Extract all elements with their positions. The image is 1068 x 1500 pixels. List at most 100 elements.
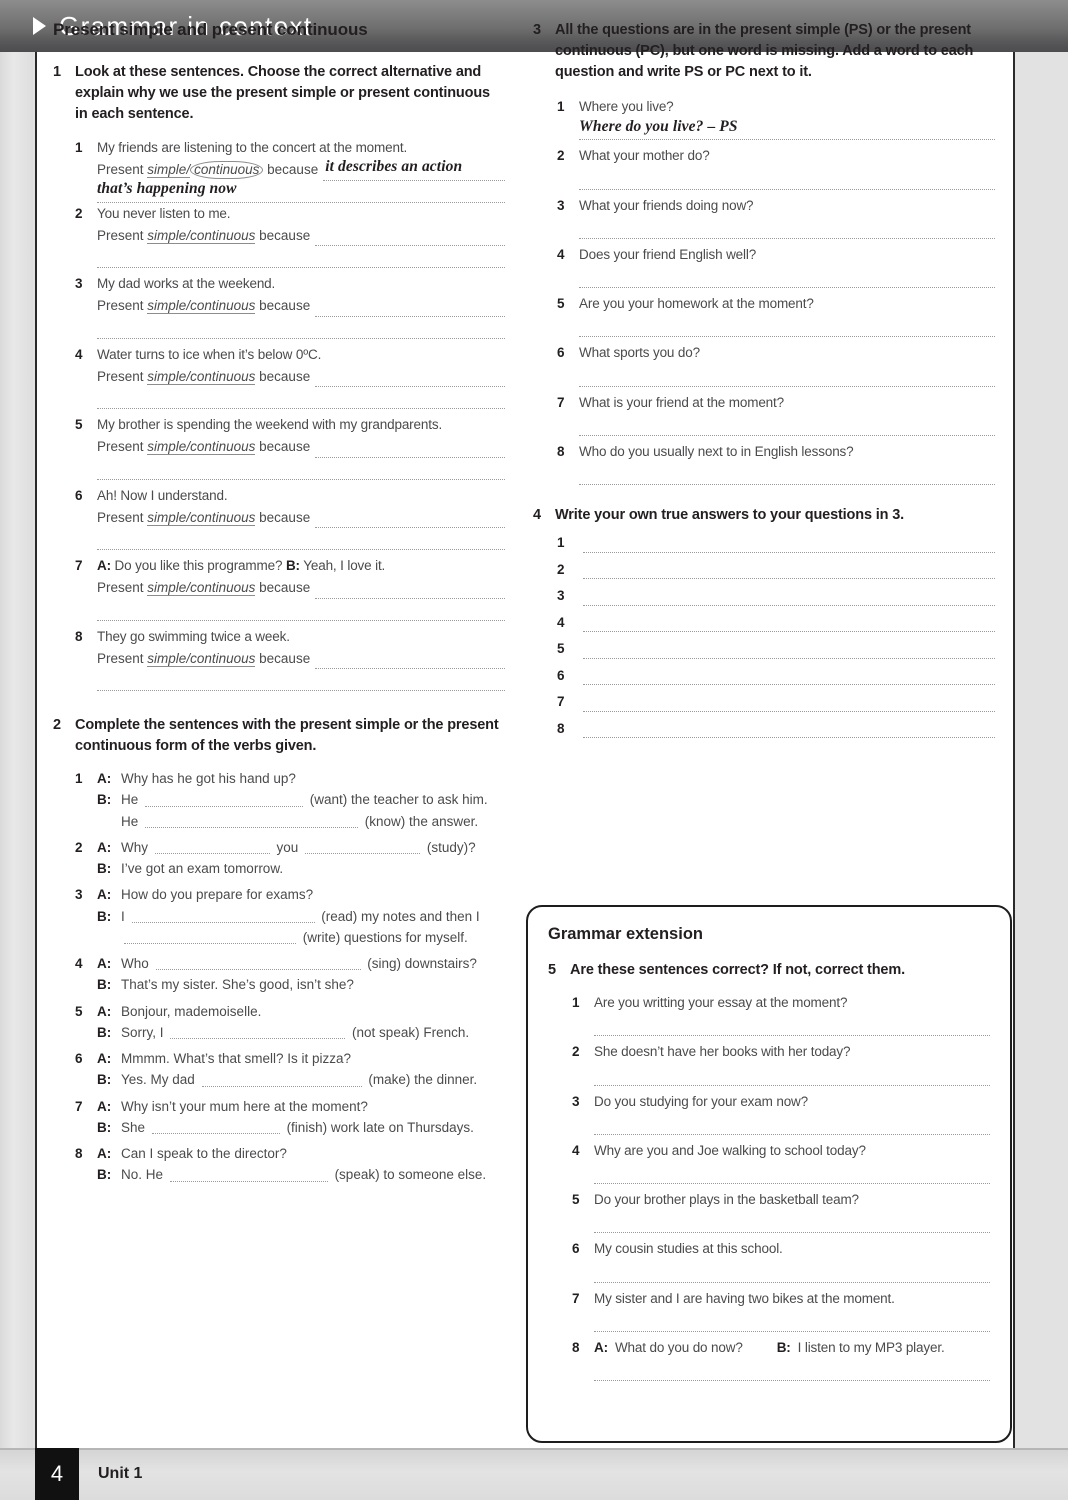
speaker-label-a: A: [594,1339,608,1355]
answer-blank-line-2[interactable] [97,460,505,480]
option-continuous[interactable]: continuous [190,227,256,244]
answer-blank-line[interactable] [583,578,995,580]
answer-blank-line[interactable] [579,267,995,289]
dialogue-line: A: How do you prepare for exams? [97,885,505,905]
answer-blank-line[interactable] [583,551,995,553]
answer-blank-line-2[interactable] [97,530,505,551]
option-continuous[interactable]: continuous [190,439,256,456]
answer-blank-line[interactable] [594,1212,990,1234]
fill-in-blank[interactable] [151,1133,280,1135]
item-body: My friends are listening to the concert … [97,138,505,203]
option-simple[interactable]: simple [147,580,187,597]
exercise-3-number: 3 [533,22,542,38]
speaker-label-a: A: [97,558,111,574]
text-fragment: I’ve got an exam tomorrow. [121,861,284,877]
right-column: 3 All the questions are in the present si… [533,0,995,748]
exercise-4-item: 8 [557,722,995,739]
option-continuous[interactable]: continuous [190,509,256,526]
answer-blank-line[interactable] [594,1065,990,1086]
answer-blank-line-2[interactable]: that’s happening now [97,180,505,203]
answer-blank-line-2[interactable] [97,389,505,410]
speaker-label: B: [97,908,112,924]
option-continuous[interactable]: continuous [190,650,256,667]
option-continuous[interactable]: continuous [190,580,256,597]
answer-blank-line[interactable] [315,300,505,317]
exercise-3-item: 4 Does your friend English well? [557,245,995,289]
answer-blank-line[interactable]: Where do you live? – PS [579,118,995,141]
answer-blank-line[interactable] [583,737,995,739]
fill-in-blank[interactable] [169,1180,328,1182]
item-number: 8 [75,1146,83,1162]
answer-blank-line[interactable] [594,1360,990,1382]
answer-blank-line[interactable] [579,218,995,239]
answer-blank-line[interactable] [579,415,995,436]
exercise-1-number: 1 [53,64,62,80]
answer-blank-line-2[interactable] [97,319,505,339]
answer-blank-line[interactable] [583,631,995,633]
answer-blank-line[interactable] [315,582,505,599]
text-fragment: (sing) downstairs? [367,956,477,972]
item-body: What is your friend at the moment? [579,393,995,436]
answer-blank-line[interactable] [315,229,505,247]
exercise-5-item: 1 Are you writting your essay at the mome… [572,993,990,1037]
dialogue-text: Why you (study)? [121,838,505,858]
answer-blank-line-2[interactable] [97,601,505,621]
exercise-5-item: 4 Why are you and Joe walking to school t… [572,1141,990,1185]
answer-blank-line[interactable] [583,604,995,606]
answer-blank-line[interactable] [583,657,995,659]
option-continuous[interactable]: continuous [190,298,256,315]
answer-blank-line[interactable] [583,684,995,686]
dialogue-text: He (want) the teacher to ask him. [121,790,505,810]
dialogue-line: B: No. He (speak) to someone else. [97,1165,505,1185]
text-fragment: Why has he got his hand up? [121,771,296,787]
item-number: 6 [75,487,83,503]
answer-blank-line[interactable] [315,652,505,670]
answer-blank-line[interactable] [594,1311,990,1332]
option-simple[interactable]: simple [147,650,187,667]
speaker-label: A: [97,839,112,855]
answer-blank-line[interactable] [315,441,505,458]
left-gutter [0,52,33,1448]
exercise-3-item: 3 What your friends doing now? [557,196,995,239]
answer-blank-line[interactable] [579,464,995,486]
option-simple[interactable]: simple [147,162,187,179]
answer-blank-line[interactable] [579,169,995,190]
exercise-1-item: 4 Water turns to ice when it’s below 0ºC.… [75,345,505,410]
option-simple[interactable]: simple [147,509,187,526]
answer-blank-line[interactable] [594,1015,990,1037]
answer-blank-line[interactable] [315,370,505,388]
fill-in-blank[interactable] [170,1038,346,1040]
text-fragment: (speak) to someone else. [334,1167,487,1183]
item-sentence: My cousin studies at this school. [594,1241,783,1257]
answer-prefix: Present simple/continuous because [97,508,310,528]
answer-blank-line-2[interactable] [97,248,505,269]
fill-in-blank[interactable] [145,805,304,807]
fill-in-blank[interactable] [201,1085,362,1087]
option-simple[interactable]: simple [147,439,187,456]
fill-in-blank[interactable] [145,826,359,828]
option-simple[interactable]: simple [147,368,187,385]
dialogue-text: No. He (speak) to someone else. [121,1165,505,1185]
fill-in-blank[interactable] [155,969,361,971]
answer-blank-line[interactable] [594,1163,990,1185]
answer-blank-line[interactable] [579,316,995,338]
answer-blank-line[interactable] [583,710,995,712]
item-answer-row: Present simple/continuous because [97,508,505,529]
answer-blank-line[interactable] [594,1114,990,1135]
fill-in-blank[interactable] [131,921,315,923]
handwritten-answer: Where do you live? – PS [579,118,738,136]
answer-blank-line-2[interactable] [97,671,505,692]
fill-in-blank[interactable] [154,853,270,855]
exercise-5-item: 6 My cousin studies at this school. [572,1239,990,1283]
because-label: because [259,580,311,596]
exercise-2-item-list: 1 A: Why has he got his hand up? B: He (wan… [53,769,505,1187]
option-simple[interactable]: simple [147,227,187,244]
fill-in-blank[interactable] [124,943,296,945]
answer-blank-line[interactable] [315,511,505,529]
answer-blank-line[interactable] [579,366,995,387]
answer-blank-line[interactable] [594,1262,990,1283]
option-simple[interactable]: simple [147,298,187,315]
answer-blank-line[interactable]: it describes an action [323,158,505,181]
fill-in-blank[interactable] [305,853,421,855]
option-continuous[interactable]: continuous [190,368,256,385]
